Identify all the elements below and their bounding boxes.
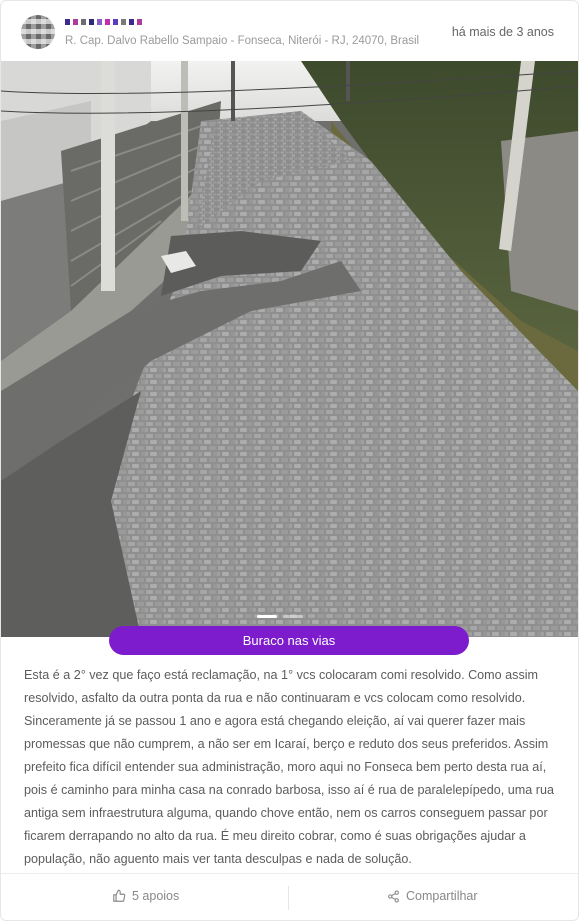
share-button[interactable]: Compartilhar (387, 889, 478, 903)
post-photo[interactable] (1, 61, 578, 637)
post-text: Esta é a 2° vez que faço está reclamação… (24, 668, 554, 866)
author-name-pixelated[interactable] (65, 17, 145, 27)
divider (288, 886, 289, 910)
support-button[interactable]: 5 apoios (112, 889, 179, 903)
share-icon (387, 890, 400, 903)
post-address: R. Cap. Dalvo Rabello Sampaio - Fonseca,… (65, 35, 420, 47)
share-label: Compartilhar (406, 889, 478, 903)
post-time: há mais de 3 anos (451, 25, 554, 39)
support-count-label: 5 apoios (132, 889, 180, 903)
carousel-dot[interactable] (257, 615, 277, 618)
category-badge: Buraco nas vias (109, 626, 469, 655)
thumbs-up-icon (112, 889, 126, 903)
complaint-card: R. Cap. Dalvo Rabello Sampaio - Fonseca,… (0, 0, 579, 921)
carousel-indicator[interactable] (257, 615, 303, 618)
post-actions: 5 apoios Compartilhar (1, 873, 578, 920)
avatar[interactable] (21, 15, 55, 49)
post-header: R. Cap. Dalvo Rabello Sampaio - Fonseca,… (1, 1, 578, 61)
carousel-dot[interactable] (283, 615, 303, 618)
